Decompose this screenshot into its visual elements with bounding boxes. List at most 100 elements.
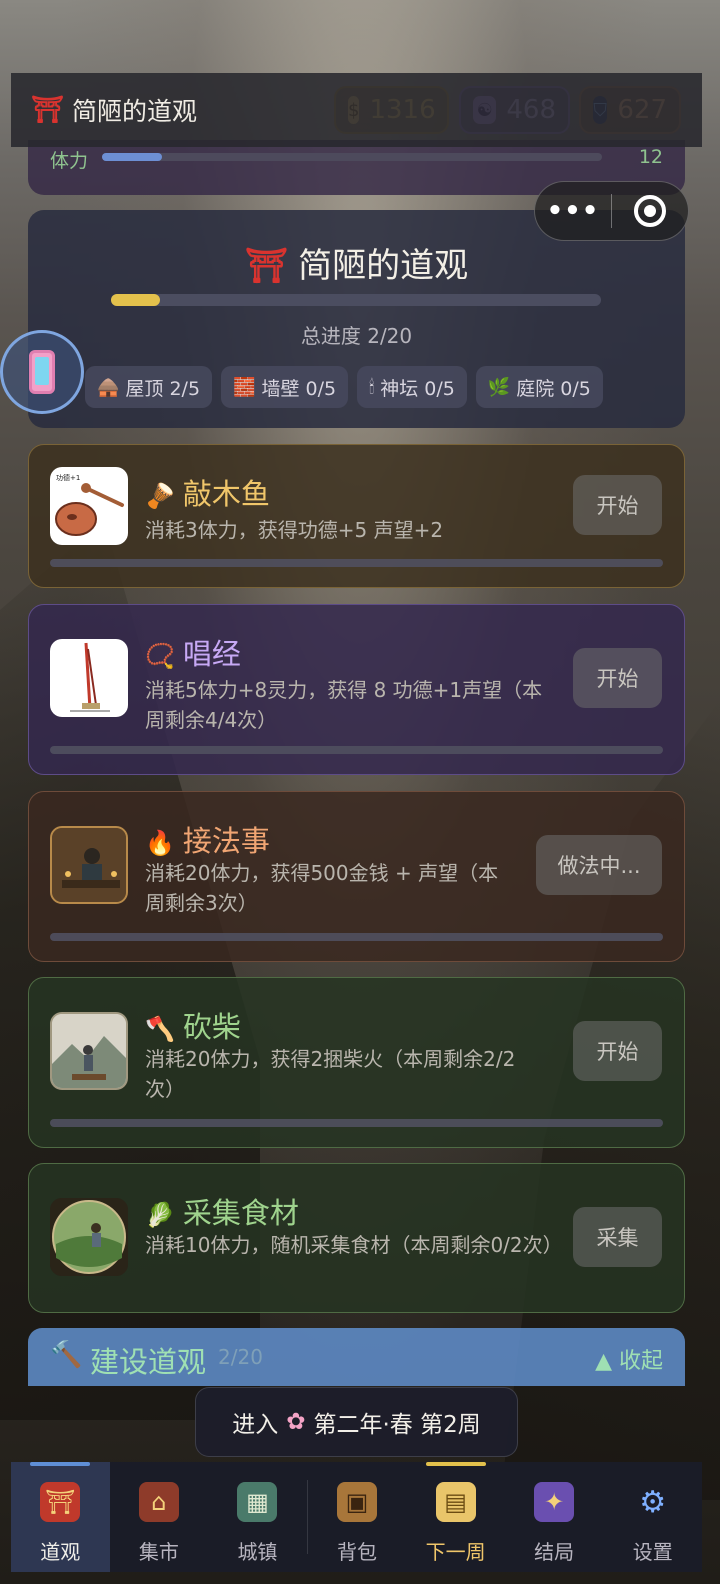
top-header: ⛩ 简陋的道观 <box>11 73 702 147</box>
temple-progress-bar <box>111 294 601 306</box>
nav-settings[interactable]: ⚙ 设置 <box>603 1462 702 1572</box>
temple-progress-fill <box>111 294 160 306</box>
toast-prefix: 进入 <box>232 1412 279 1438</box>
task-card-chant: 📿 唱经 消耗5体力+8灵力，获得 8 功德+1声望（本周剩余4/4次） 开始 <box>28 604 685 775</box>
task-card-gather-food: 🥬 采集食材 消耗10体力，随机采集食材（本周剩余0/2次） 采集 <box>28 1163 685 1313</box>
town-icon: ▦ <box>237 1482 278 1522</box>
nav-label: 设置 <box>632 1540 673 1564</box>
build-count: 2/20 <box>218 1345 263 1369</box>
market-icon: ⌂ <box>138 1482 179 1522</box>
start-button[interactable]: 开始 <box>573 1021 662 1081</box>
chop-wood-thumbnail <box>50 1012 128 1090</box>
stamina-bar-fill <box>102 153 162 161</box>
task-title-text: 唱经 <box>182 637 241 671</box>
temple-parts: 🛖 屋顶 2/5 🧱 墙壁 0/5 🕯 神坛 0/5 🌿 庭院 0/5 <box>85 366 603 408</box>
task-description: 消耗5体力+8灵力，获得 8 功德+1声望（本周剩余4/4次） <box>145 678 543 732</box>
active-tab-indicator <box>30 1462 91 1466</box>
ritual-thumbnail <box>50 826 128 904</box>
task-progress-bar <box>50 746 663 754</box>
task-description: 消耗20体力，获得2捆柴火（本周剩余2/2次） <box>145 1047 516 1101</box>
fire-icon: 🔥 <box>145 829 175 857</box>
nav-next-week[interactable]: ▤ 下一周 <box>406 1462 505 1572</box>
task-title: 🔥 接法事 <box>145 818 270 860</box>
nav-label: 城镇 <box>237 1540 278 1564</box>
brick-icon: 🧱 <box>233 376 256 398</box>
bottom-nav: ⛩ 道观 ⌂ 集市 ▦ 城镇 ▣ 背包 ▤ 下一周 ✦ 结局 ⚙ 设置 <box>11 1462 702 1572</box>
task-card-chop-wood: 🪓 砍柴 消耗20体力，获得2捆柴火（本周剩余2/2次） 开始 <box>28 977 685 1148</box>
nav-temple[interactable]: ⛩ 道观 <box>11 1462 110 1572</box>
miniprogram-capsule: ••• <box>534 181 689 241</box>
part-courtyard-label: 庭院 0/5 <box>516 377 591 400</box>
task-description: 消耗3体力，获得功德+5 声望+2 <box>145 518 444 542</box>
axe-icon: 🪓 <box>145 1015 175 1043</box>
leafy-greens-icon: 🥬 <box>145 1201 175 1229</box>
nav-label: 道观 <box>40 1540 81 1564</box>
start-button[interactable]: 开始 <box>573 475 662 535</box>
thumb-caption: 功德+1 <box>56 473 80 482</box>
calendar-icon: ▤ <box>435 1482 476 1522</box>
task-title-text: 敲木鱼 <box>182 477 270 511</box>
task-title-text: 砍柴 <box>182 1010 241 1044</box>
herb-icon: 🌿 <box>487 376 511 398</box>
scroll-icon: ✦ <box>534 1482 575 1522</box>
drum-icon: 🪘 <box>145 482 175 510</box>
cherry-blossom-icon: ✿ <box>286 1409 306 1435</box>
task-card-wooden-fish: 功德+1 🪘 敲木鱼 消耗3体力，获得功德+5 声望+2 开始 <box>28 444 685 588</box>
task-description: 消耗20体力，获得500金钱 + 声望（本周剩余3次） <box>145 861 499 915</box>
start-button[interactable]: 开始 <box>573 648 662 708</box>
close-miniprogram-icon[interactable] <box>612 195 688 227</box>
task-description: 消耗10体力，随机采集食材（本周剩余0/2次） <box>145 1233 563 1257</box>
nav-backpack[interactable]: ▣ 背包 <box>308 1462 407 1572</box>
hut-icon: 🛖 <box>97 376 120 398</box>
temple-title: ⛩ 简陋的道观 <box>28 238 685 287</box>
gather-food-thumbnail <box>50 1198 128 1276</box>
wooden-fish-thumbnail: 功德+1 <box>50 467 128 545</box>
torii-gate-icon: ⛩ <box>244 246 289 286</box>
nav-label: 结局 <box>534 1540 575 1564</box>
stamina-label: 体力 <box>50 150 89 172</box>
phone-icon <box>29 350 55 394</box>
next-week-indicator <box>425 1462 486 1466</box>
task-title-text: 采集食材 <box>182 1196 299 1230</box>
task-card-ritual: 🔥 接法事 消耗20体力，获得500金钱 + 声望（本周剩余3次） 做法中... <box>28 791 685 962</box>
task-title: 📿 唱经 <box>145 631 241 673</box>
torii-gate-icon: ⛩ <box>31 95 65 125</box>
header-title: 简陋的道观 <box>72 97 198 126</box>
build-temple-section[interactable]: 🔨 建设道观 2/20 ▲ 收起 <box>28 1328 685 1386</box>
nav-label: 背包 <box>337 1540 378 1564</box>
nav-market[interactable]: ⌂ 集市 <box>110 1462 209 1572</box>
stamina-value: 12 <box>638 146 663 168</box>
gear-icon: ⚙ <box>639 1484 667 1520</box>
part-altar-label: 神坛 0/5 <box>380 377 455 400</box>
week-toast: 进入 ✿ 第二年·春 第2周 <box>195 1387 518 1457</box>
task-progress-bar <box>50 1119 663 1127</box>
part-roof-label: 屋顶 2/5 <box>125 377 201 400</box>
temple-icon: ⛩ <box>40 1482 81 1522</box>
backpack-icon: ▣ <box>337 1482 378 1522</box>
build-label: 建设道观 <box>90 1345 207 1379</box>
part-roof: 🛖 屋顶 2/5 <box>85 366 213 408</box>
nav-label: 集市 <box>138 1540 179 1564</box>
floating-phone-button[interactable] <box>0 330 84 414</box>
hammer-icon: 🔨 <box>50 1340 83 1370</box>
nav-ending[interactable]: ✦ 结局 <box>505 1462 604 1572</box>
chant-thumbnail <box>50 639 128 717</box>
nav-town[interactable]: ▦ 城镇 <box>208 1462 307 1572</box>
in-progress-button[interactable]: 做法中... <box>536 835 662 895</box>
temple-title-text: 简陋的道观 <box>298 246 469 286</box>
part-courtyard: 🌿 庭院 0/5 <box>475 366 603 408</box>
part-wall-label: 墙壁 0/5 <box>261 377 337 400</box>
task-title: 🪘 敲木鱼 <box>145 471 270 513</box>
stamina-bar <box>102 153 602 161</box>
part-wall: 🧱 墙壁 0/5 <box>221 366 349 408</box>
task-title-text: 接法事 <box>182 824 270 858</box>
nav-label: 下一周 <box>425 1540 486 1564</box>
collapse-toggle[interactable]: ▲ 收起 <box>595 1343 663 1375</box>
prayer-beads-icon: 📿 <box>145 642 175 670</box>
gather-button[interactable]: 采集 <box>573 1207 662 1267</box>
task-title: 🥬 采集食材 <box>145 1190 299 1232</box>
toast-text: 第二年·春 第2周 <box>313 1412 481 1438</box>
task-progress-bar <box>50 933 663 941</box>
temple-card: ⛩ 简陋的道观 总进度 2/20 🛖 屋顶 2/5 🧱 墙壁 0/5 🕯 神坛 0/5 … <box>28 210 685 428</box>
more-options-icon[interactable]: ••• <box>535 196 611 226</box>
